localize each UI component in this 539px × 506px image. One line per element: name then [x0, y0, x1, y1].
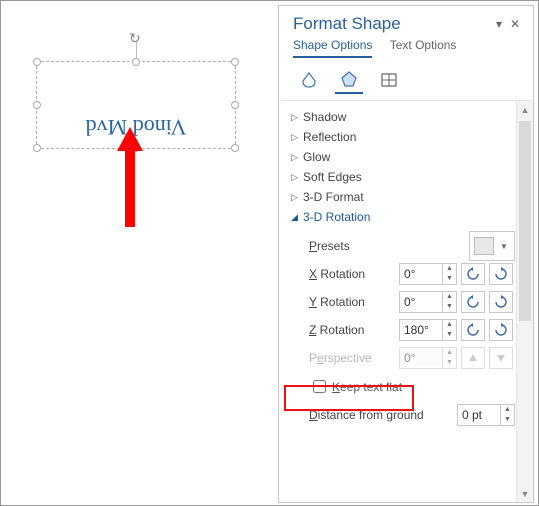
keep-text-flat-label: Keep text flat	[332, 380, 402, 394]
spin-up-icon: ▲	[443, 348, 456, 358]
y-rotation-label: Y Rotation	[309, 295, 399, 309]
size-properties-icon[interactable]	[375, 66, 403, 94]
panel-header: Format Shape ▾ ✕	[279, 6, 533, 36]
rotate-z-ccw-button[interactable]	[461, 319, 485, 341]
x-rotation-field[interactable]	[400, 267, 442, 281]
format-shape-panel: Format Shape ▾ ✕ Shape Options Text Opti…	[278, 5, 534, 503]
perspective-up-button	[461, 347, 485, 369]
presets-dropdown[interactable]: ▼	[469, 231, 515, 261]
resize-handle[interactable]	[132, 58, 140, 66]
resize-handle[interactable]	[231, 101, 239, 109]
z-rotation-label: Z Rotation	[309, 323, 399, 337]
resize-handle[interactable]	[231, 58, 239, 66]
section-soft-edges[interactable]: ▷Soft Edges	[291, 167, 515, 187]
perspective-label: Perspective	[309, 351, 399, 365]
section-label: 3-D Rotation	[303, 210, 370, 224]
vertical-scrollbar[interactable]: ▲ ▼	[516, 101, 533, 502]
resize-handle[interactable]	[231, 144, 239, 152]
spin-down-icon[interactable]: ▼	[443, 274, 456, 284]
section-3d-format[interactable]: ▷3-D Format	[291, 187, 515, 207]
section-glow[interactable]: ▷Glow	[291, 147, 515, 167]
spin-down-icon[interactable]: ▼	[501, 415, 514, 425]
x-rotation-input[interactable]: ▲▼	[399, 263, 457, 285]
keep-text-flat-row: Keep text flat	[309, 373, 515, 400]
keep-text-flat-checkbox[interactable]	[313, 380, 326, 393]
distance-field[interactable]	[458, 408, 500, 422]
perspective-field	[400, 351, 442, 365]
section-reflection[interactable]: ▷Reflection	[291, 127, 515, 147]
y-rotation-field[interactable]	[400, 295, 442, 309]
spin-up-icon[interactable]: ▲	[443, 264, 456, 274]
spin-down-icon[interactable]: ▼	[443, 302, 456, 312]
preset-swatch-icon	[474, 237, 494, 255]
rotate-x-left-button[interactable]	[461, 263, 485, 285]
spin-up-icon[interactable]: ▲	[443, 320, 456, 330]
section-3d-rotation[interactable]: ◢3-D Rotation	[291, 207, 515, 227]
presets-label: Presets	[309, 239, 399, 253]
scroll-thumb[interactable]	[519, 121, 531, 321]
panel-body: ▷Shadow ▷Reflection ▷Glow ▷Soft Edges ▷3…	[279, 101, 533, 502]
category-icons	[281, 58, 531, 101]
panel-title: Format Shape	[293, 14, 491, 34]
rotate-z-cw-button[interactable]	[489, 319, 513, 341]
chevron-down-icon: ▼	[500, 242, 508, 251]
resize-handle[interactable]	[33, 58, 41, 66]
section-label: Shadow	[303, 110, 346, 124]
y-rotation-input[interactable]: ▲▼	[399, 291, 457, 313]
rotate-y-left-button[interactable]	[461, 291, 485, 313]
spin-down-icon: ▼	[443, 358, 456, 368]
x-rotation-label: X Rotation	[309, 267, 399, 281]
spin-down-icon[interactable]: ▼	[443, 330, 456, 340]
fill-line-icon[interactable]	[295, 66, 323, 94]
spin-up-icon[interactable]: ▲	[501, 405, 514, 415]
resize-handle[interactable]	[33, 144, 41, 152]
distance-input[interactable]: ▲▼	[457, 404, 515, 426]
effects-icon[interactable]	[335, 66, 363, 94]
section-label: 3-D Format	[303, 190, 364, 204]
perspective-input: ▲▼	[399, 347, 457, 369]
scroll-down-icon[interactable]: ▼	[517, 485, 533, 502]
perspective-down-button	[489, 347, 513, 369]
section-label: Reflection	[303, 130, 356, 144]
distance-label: Distance from ground	[309, 408, 439, 422]
panel-tabs: Shape Options Text Options	[279, 36, 533, 58]
scroll-up-icon[interactable]: ▲	[517, 101, 533, 118]
spin-up-icon[interactable]: ▲	[443, 292, 456, 302]
tab-text-options[interactable]: Text Options	[390, 38, 457, 56]
task-pane-options-icon[interactable]: ▾	[491, 16, 507, 32]
tab-shape-options[interactable]: Shape Options	[293, 38, 372, 58]
section-label: Glow	[303, 150, 330, 164]
rotation-controls: Presets ▼ X Rotation ▲▼	[291, 227, 515, 434]
section-shadow[interactable]: ▷Shadow	[291, 107, 515, 127]
document-canvas: ↻ Vinod Mvd	[1, 1, 261, 505]
section-label: Soft Edges	[303, 170, 362, 184]
close-icon[interactable]: ✕	[507, 16, 523, 32]
resize-handle[interactable]	[33, 101, 41, 109]
z-rotation-field[interactable]	[400, 323, 442, 337]
z-rotation-input[interactable]: ▲▼	[399, 319, 457, 341]
rotation-handle-icon[interactable]: ↻	[129, 30, 143, 44]
annotation-arrow-icon	[117, 127, 143, 227]
rotate-y-right-button[interactable]	[489, 291, 513, 313]
rotate-x-right-button[interactable]	[489, 263, 513, 285]
